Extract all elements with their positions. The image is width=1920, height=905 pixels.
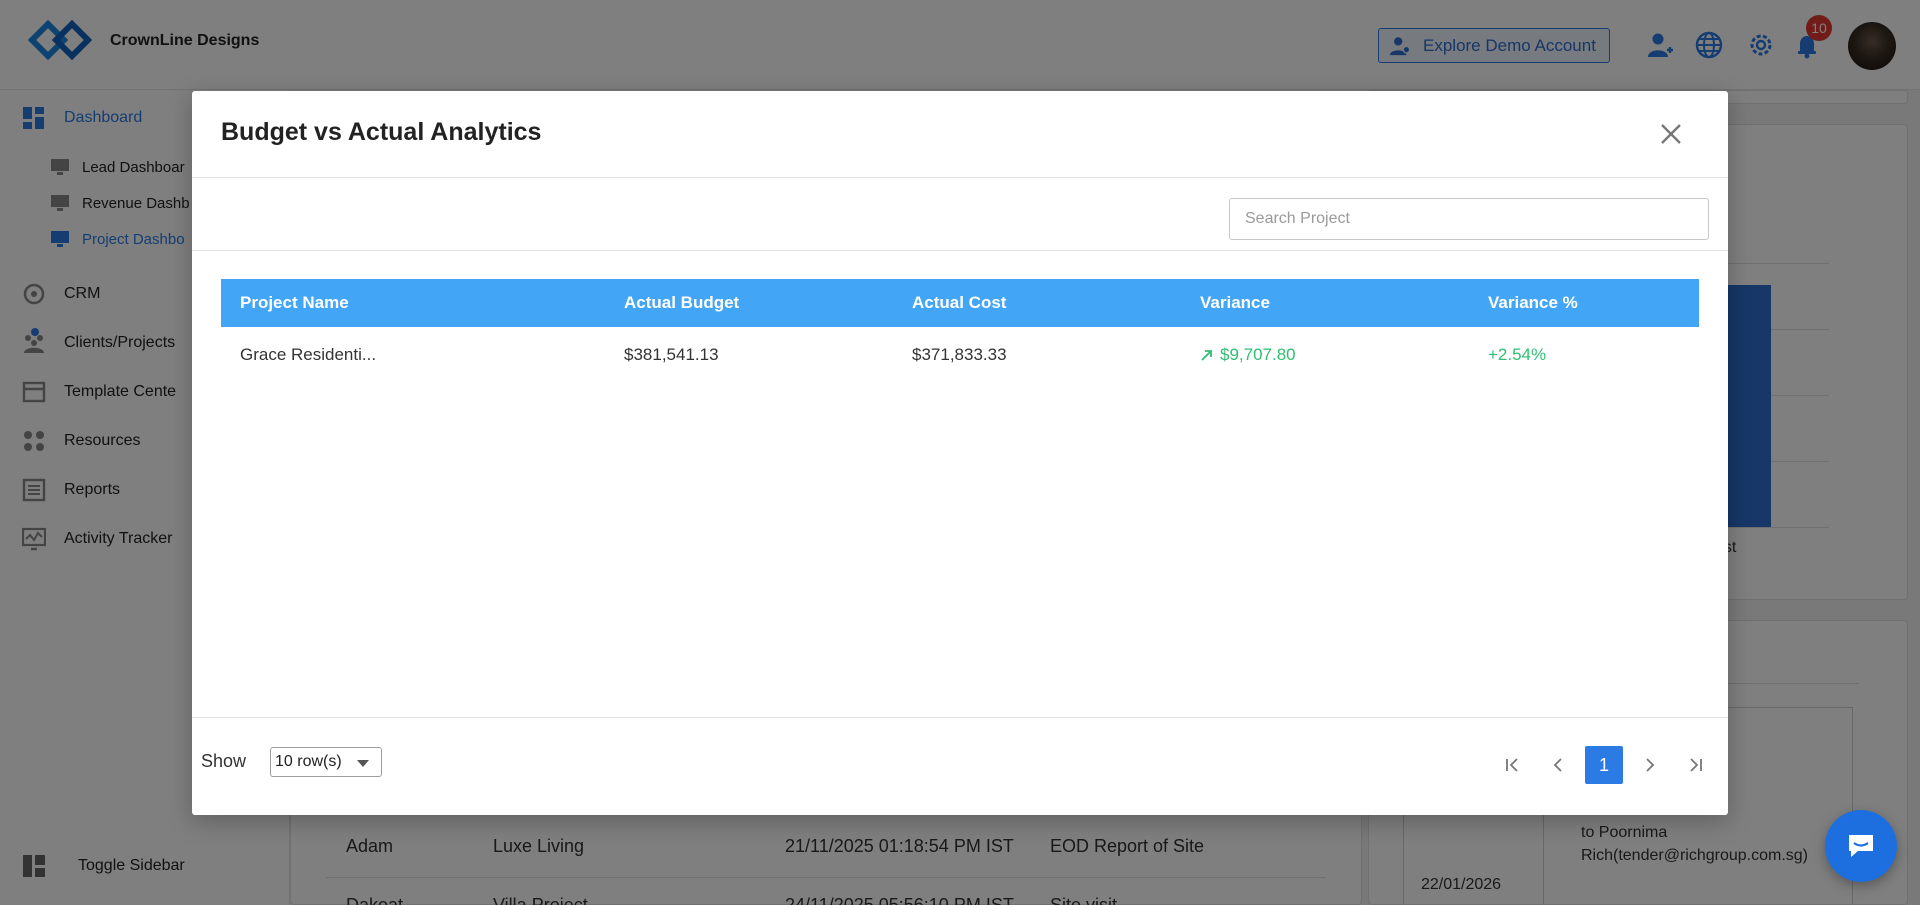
rows-per-page-select[interactable]: 10 row(s) bbox=[270, 747, 382, 777]
last-page-button[interactable] bbox=[1677, 746, 1715, 784]
chat-bubble-icon bbox=[1849, 835, 1873, 857]
search-row bbox=[192, 179, 1728, 251]
variance-value: $9,707.80 bbox=[1220, 345, 1296, 364]
modal-title: Budget vs Actual Analytics bbox=[221, 118, 542, 146]
budget-vs-actual-modal: Budget vs Actual Analytics Project Name … bbox=[192, 91, 1728, 815]
table-row[interactable]: Grace Residenti... $381,541.13 $371,833.… bbox=[221, 327, 1699, 383]
chevron-left-icon bbox=[1553, 758, 1562, 772]
cell-variance-percent: +2.54% bbox=[1488, 345, 1547, 364]
modal-footer: Show 10 row(s) 1 bbox=[192, 717, 1728, 815]
cell-actual-cost: $371,833.33 bbox=[912, 345, 1007, 364]
caret-down-icon bbox=[357, 760, 369, 767]
chevron-right-icon bbox=[1646, 758, 1655, 772]
modal-header: Budget vs Actual Analytics bbox=[192, 91, 1728, 178]
first-page-icon bbox=[1506, 758, 1518, 772]
close-icon[interactable] bbox=[1658, 121, 1684, 147]
column-header-actual-budget[interactable]: Actual Budget bbox=[605, 293, 893, 313]
search-project-input[interactable] bbox=[1229, 198, 1709, 240]
column-header-project-name[interactable]: Project Name bbox=[221, 293, 605, 313]
trending-up-icon bbox=[1201, 350, 1212, 361]
show-label: Show bbox=[201, 751, 247, 771]
chat-support-button[interactable] bbox=[1825, 810, 1897, 882]
column-header-variance[interactable]: Variance bbox=[1181, 293, 1469, 313]
first-page-button[interactable] bbox=[1493, 746, 1531, 784]
analytics-table: Project Name Actual Budget Actual Cost V… bbox=[221, 279, 1699, 383]
cell-project-name: Grace Residenti... bbox=[240, 345, 377, 364]
cell-variance: $9,707.80 bbox=[1181, 345, 1469, 365]
column-header-variance-percent[interactable]: Variance % bbox=[1469, 293, 1699, 313]
previous-page-button[interactable] bbox=[1539, 746, 1577, 784]
rows-per-page-value: 10 row(s) bbox=[275, 753, 342, 770]
last-page-icon bbox=[1690, 758, 1702, 772]
page-number-button[interactable]: 1 bbox=[1585, 746, 1623, 784]
column-header-actual-cost[interactable]: Actual Cost bbox=[893, 293, 1181, 313]
next-page-button[interactable] bbox=[1631, 746, 1669, 784]
cell-actual-budget: $381,541.13 bbox=[624, 345, 719, 364]
table-header: Project Name Actual Budget Actual Cost V… bbox=[221, 279, 1699, 327]
